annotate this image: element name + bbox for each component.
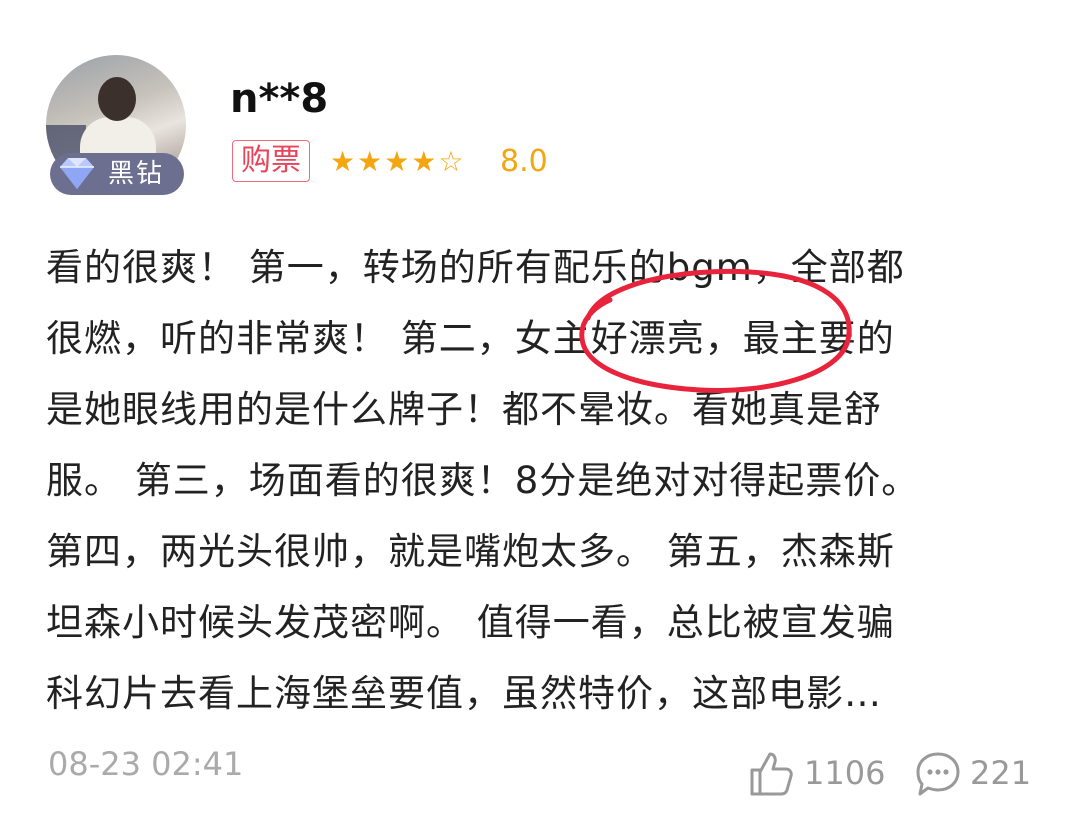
review-line: 第四，两光头很帅，就是嘴炮太多。 第五，杰森斯	[46, 530, 895, 573]
review-line: 服。 第三，场面看的很爽！8分是绝对对得起票价。	[46, 459, 920, 502]
review-text[interactable]: 看的很爽！ 第一，转场的所有配乐的bgm，全部都 很燃，听的非常爽！ 第二，女主…	[46, 232, 1038, 729]
comment-count: 221	[970, 754, 1032, 792]
review-line: 看的很爽！ 第一，转场的所有配乐的bgm，全部都	[46, 246, 905, 289]
avatar-figure-head	[98, 77, 136, 121]
vip-badge: 黑钻	[50, 153, 184, 195]
rating-score: 8.0	[500, 144, 548, 179]
thumbs-up-icon	[750, 752, 793, 796]
ticket-purchased-tag: 购票	[232, 140, 310, 182]
like-count: 1106	[804, 754, 886, 792]
review-line: 坦森小时候头发茂密啊。 值得一看，总比被宣发骗	[46, 601, 895, 644]
username[interactable]: n**8	[230, 76, 328, 122]
diamond-icon	[60, 158, 94, 189]
review-line: 是她眼线用的是什么牌子！都不晕妆。看她真是舒	[46, 388, 882, 431]
comment-bubble-icon	[916, 752, 960, 796]
badge-label: 黑钻	[108, 159, 165, 189]
post-timestamp: 08-23 02:41	[48, 745, 244, 783]
star-rating: ★★★★☆	[330, 145, 466, 178]
review-line: 很燃，听的非常爽！ 第二，女主好漂亮，最主要的	[46, 317, 895, 360]
review-line: 科幻片去看上海堡垒要值，虽然特价，这部电影…	[46, 672, 882, 715]
